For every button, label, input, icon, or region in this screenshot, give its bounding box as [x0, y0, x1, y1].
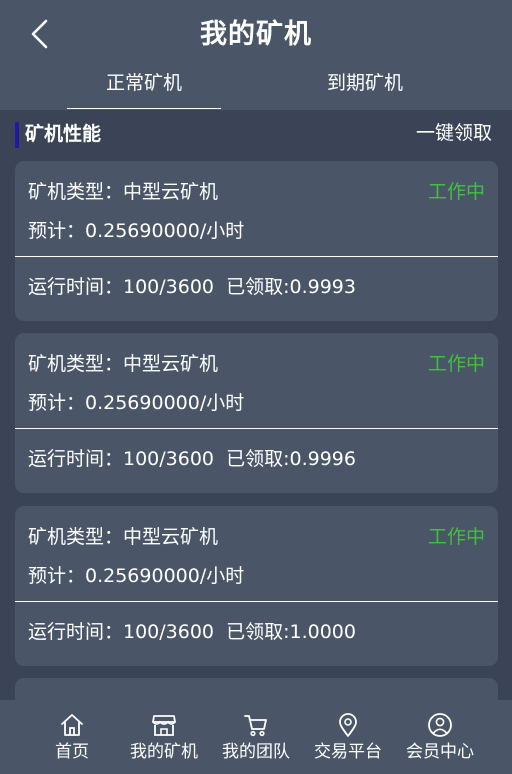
miner-estimate: 预计：0.25690000/小时	[28, 565, 245, 587]
tab-normal-miners[interactable]: 正常矿机	[67, 64, 221, 109]
location-pin-icon	[339, 713, 357, 737]
tab-bar: 正常矿机 到期矿机	[0, 64, 512, 110]
section-title: 矿机性能	[25, 123, 102, 145]
section-header: 矿机性能 一键领取	[0, 110, 512, 160]
cart-icon	[244, 715, 267, 737]
page-title: 我的矿机	[200, 19, 312, 50]
store-icon	[152, 715, 176, 736]
header-bar: 我的矿机 正常矿机 到期矿机	[0, 0, 512, 110]
miner-type-label: 矿机类型：中型云矿机	[28, 181, 219, 203]
section-accent-bar	[15, 122, 19, 148]
bottom-nav: 首页 我的矿机 我的团队 交易平台 会员中心	[0, 700, 512, 774]
miner-runtime-claimed: 运行时间：100/3600 已领取:1.0000	[28, 621, 356, 643]
card-divider	[15, 428, 498, 429]
miner-type-label: 矿机类型：中型云矿机	[28, 353, 219, 375]
nav-item-trading-platform[interactable]: 交易平台	[302, 700, 394, 774]
card-divider	[15, 601, 498, 602]
nav-item-my-team[interactable]: 我的团队	[210, 700, 302, 774]
nav-label: 会员中心	[406, 742, 474, 762]
nav-item-member-center[interactable]: 会员中心	[394, 700, 486, 774]
miner-type-label: 矿机类型：中型云矿机	[28, 526, 219, 548]
claim-all-button[interactable]: 一键领取	[416, 119, 492, 147]
nav-item-home[interactable]: 首页	[26, 700, 118, 774]
miner-runtime-claimed: 运行时间：100/3600 已领取:0.9993	[28, 276, 356, 298]
nav-item-my-miners[interactable]: 我的矿机	[118, 700, 210, 774]
miner-status-badge: 工作中	[427, 526, 485, 548]
miner-card: 矿机类型：中型云矿机 工作中 预计：0.25690000/小时 运行时间：100…	[15, 333, 498, 493]
miner-estimate: 预计：0.25690000/小时	[28, 220, 245, 242]
tab-expired-miners[interactable]: 到期矿机	[288, 64, 442, 108]
miner-runtime-claimed: 运行时间：100/3600 已领取:0.9996	[28, 448, 356, 470]
home-icon	[61, 714, 83, 736]
card-divider	[15, 256, 498, 257]
user-circle-icon	[428, 713, 452, 737]
miner-status-badge: 工作中	[427, 353, 485, 375]
miner-status-badge: 工作中	[427, 181, 485, 203]
miner-estimate: 预计：0.25690000/小时	[28, 392, 245, 414]
miner-card: 矿机类型：中型云矿机 工作中 预计：0.25690000/小时 运行时间：100…	[15, 506, 498, 666]
miner-card: 矿机类型：中型云矿机 工作中 预计：0.25690000/小时 运行时间：100…	[15, 161, 498, 321]
